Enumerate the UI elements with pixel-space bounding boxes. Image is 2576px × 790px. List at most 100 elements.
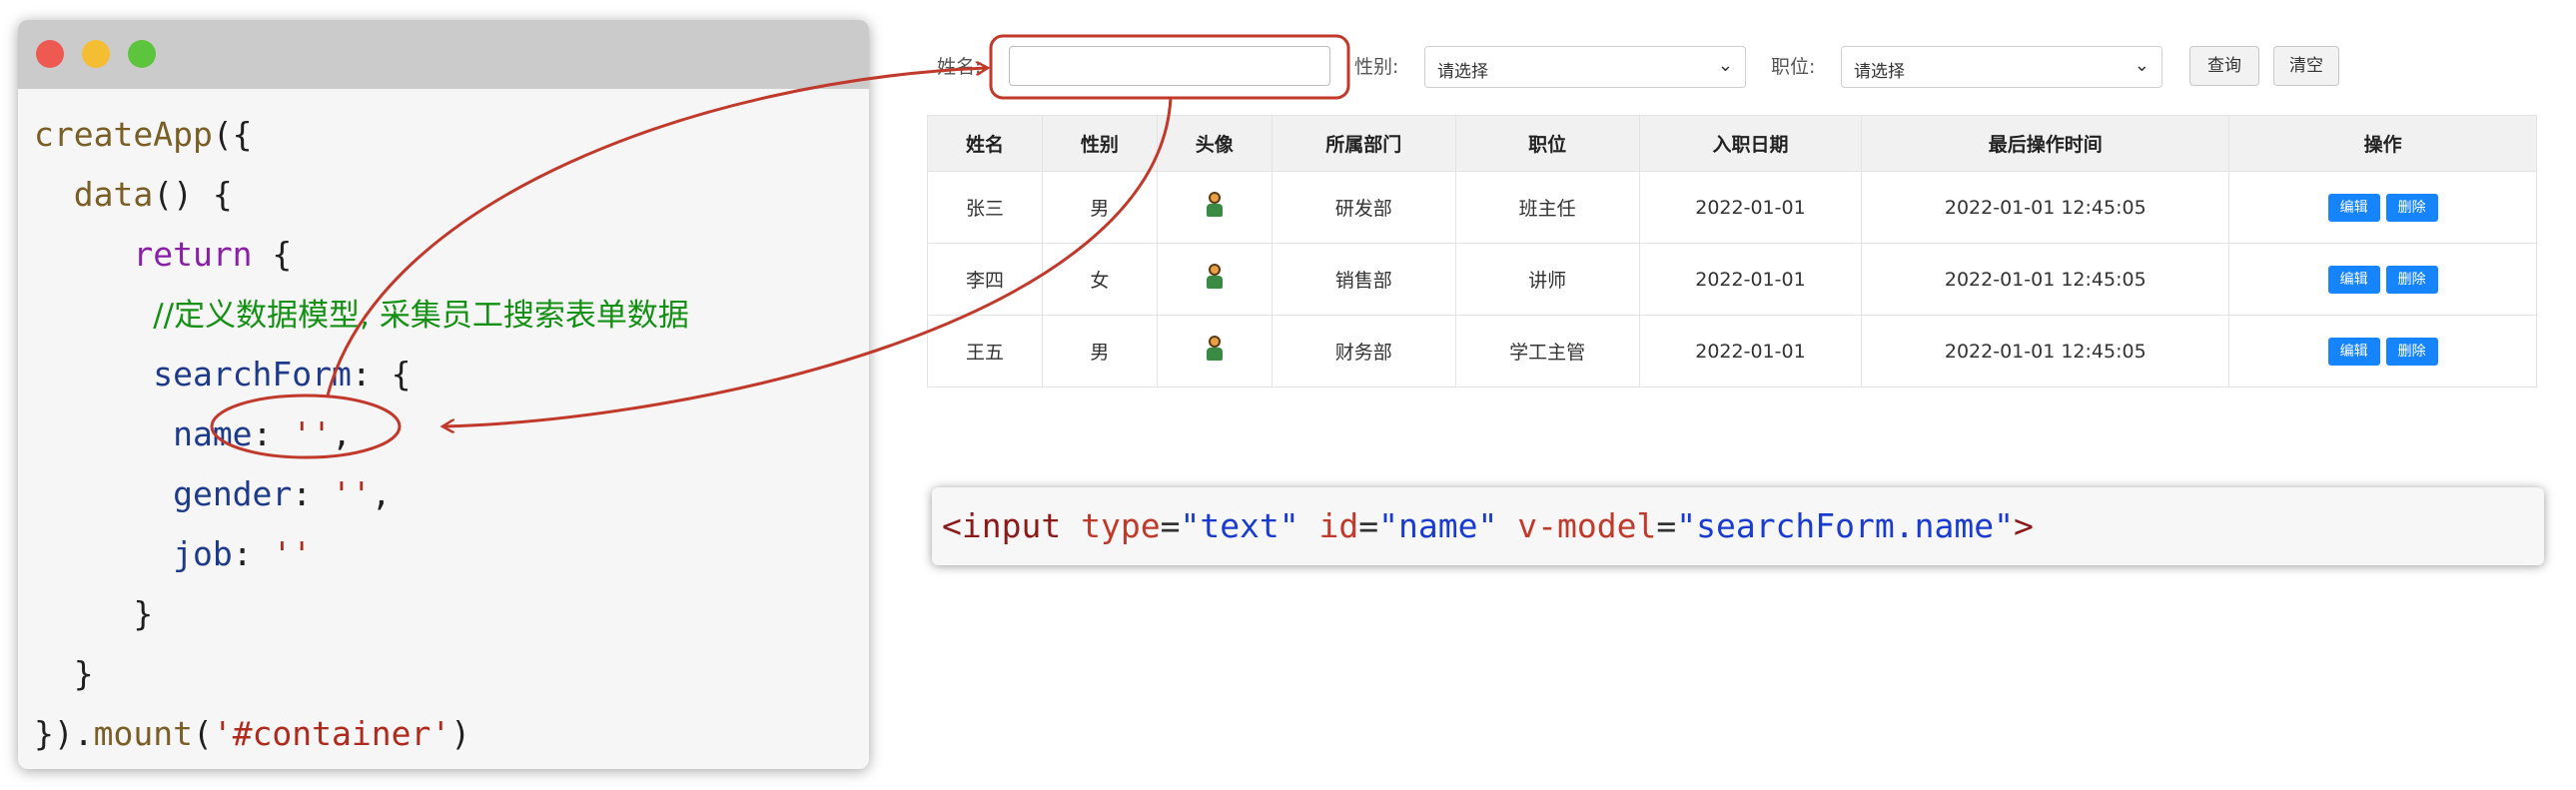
column-header: 最后操作时间 — [1861, 115, 2230, 172]
code-token: gender — [173, 474, 293, 513]
snippet-token — [1299, 506, 1319, 545]
cell-updated: 2022-01-01 12:45:05 — [1861, 315, 2230, 388]
column-header: 性别 — [1041, 115, 1158, 172]
cell-name: 王五 — [927, 315, 1043, 388]
snippet-token — [1061, 506, 1081, 545]
snippet-token: id — [1318, 506, 1359, 545]
cell-avatar — [1156, 315, 1273, 388]
snippet-token: "searchForm.name" — [1676, 506, 2014, 545]
table-body: 张三男研发部 班主任 2022-01-01 2022-01-01 12:45:05 编辑… — [927, 171, 2537, 388]
code-token: name — [173, 414, 253, 453]
code-token: data — [73, 175, 154, 214]
avatar-icon — [1204, 192, 1226, 218]
column-header: 职位 — [1454, 115, 1640, 172]
cell-avatar — [1156, 243, 1273, 316]
code-line: }).mount('#container') — [34, 704, 859, 764]
code-line: return { — [34, 225, 859, 285]
cell-dept: 销售部 — [1271, 243, 1456, 316]
code-line: } — [34, 584, 859, 644]
edit-button[interactable]: 编辑 — [2327, 193, 2380, 222]
cell-entry: 2022-01-01 — [1638, 243, 1863, 316]
cell-gender: 男 — [1041, 315, 1158, 388]
minimize-window-icon[interactable] — [82, 40, 110, 68]
code-line: searchForm: { — [34, 345, 859, 404]
gender-select[interactable]: 请选择 ⌄ — [1424, 46, 1746, 88]
delete-button[interactable]: 删除 — [2385, 265, 2438, 294]
gender-select-value: 请选择 — [1437, 62, 1488, 82]
code-token: mount — [93, 714, 193, 753]
close-window-icon[interactable] — [36, 40, 64, 68]
cell-name: 李四 — [927, 243, 1043, 316]
table-header-row: 姓名 性别 头像 所属部门 职位 入职日期 最后操作时间 操作 — [927, 115, 2537, 172]
column-header: 所属部门 — [1271, 115, 1456, 172]
input-code-snippet: <input type="text" id="name" v-model="se… — [932, 487, 2544, 565]
column-header: 姓名 — [927, 115, 1043, 172]
delete-button[interactable]: 删除 — [2385, 337, 2438, 366]
code-token: searchForm — [153, 355, 352, 394]
cell-avatar — [1156, 171, 1273, 244]
code-token: job — [173, 534, 233, 573]
code-token: return — [133, 235, 253, 274]
chevron-down-icon: ⌄ — [2134, 55, 2149, 76]
code-token: //定义数据模型, 采集员工搜索表单数据 — [153, 298, 689, 334]
code-token: '' — [272, 534, 313, 573]
code-token: ( — [192, 714, 213, 753]
cell-dept: 财务部 — [1271, 315, 1456, 388]
code-token: createApp — [34, 115, 213, 154]
clear-button[interactable]: 清空 — [2273, 46, 2339, 86]
code-line: gender: '', — [34, 464, 859, 524]
name-input[interactable] — [1009, 46, 1330, 86]
snippet-token: = — [1160, 506, 1181, 545]
cell-entry: 2022-01-01 — [1638, 315, 1863, 388]
cell-actions: 编辑 删除 — [2228, 315, 2537, 388]
column-header: 操作 — [2228, 115, 2537, 172]
cell-job: 学工主管 — [1454, 315, 1640, 388]
maximize-window-icon[interactable] — [128, 40, 156, 68]
column-header: 入职日期 — [1638, 115, 1863, 172]
table-row: 李四女销售部 讲师 2022-01-01 2022-01-01 12:45:05 编辑删… — [927, 243, 2537, 316]
cell-actions: 编辑 删除 — [2228, 243, 2537, 316]
chevron-down-icon: ⌄ — [1717, 55, 1733, 76]
table-row: 王五男财务部 学工主管 2022-01-01 2022-01-01 12:45:05 编… — [927, 315, 2537, 388]
avatar-icon — [1204, 264, 1226, 290]
cell-job: 讲师 — [1454, 243, 1640, 316]
cell-entry: 2022-01-01 — [1638, 171, 1863, 244]
code-token: () { — [153, 175, 233, 214]
code-token: , — [332, 414, 352, 453]
snippet-token: "text" — [1180, 506, 1299, 545]
snippet-token — [1497, 506, 1517, 545]
cell-name: 张三 — [927, 171, 1043, 244]
code-token: ) — [450, 714, 471, 753]
cell-actions: 编辑 删除 — [2228, 171, 2537, 244]
code-line: job: '' — [34, 524, 859, 584]
edit-button[interactable]: 编辑 — [2327, 337, 2380, 366]
cell-gender: 男 — [1041, 171, 1158, 244]
editor-titlebar — [18, 20, 869, 89]
name-label: 姓名: — [937, 56, 982, 78]
edit-button[interactable]: 编辑 — [2327, 265, 2380, 294]
delete-button[interactable]: 删除 — [2385, 193, 2438, 222]
snippet-token: > — [2013, 506, 2034, 545]
gender-label: 性别: — [1354, 56, 1399, 78]
code-token: } — [34, 654, 94, 693]
code-token: , — [371, 474, 392, 513]
snippet-token: = — [1656, 506, 1677, 545]
job-select-value: 请选择 — [1854, 62, 1905, 82]
avatar-icon — [1204, 336, 1226, 362]
snippet-token: < — [942, 506, 962, 545]
code-token: '' — [332, 474, 372, 513]
job-label: 职位: — [1771, 56, 1816, 78]
code-line: data() { — [34, 165, 859, 225]
cell-job: 班主任 — [1454, 171, 1640, 244]
snippet-token: "name" — [1378, 506, 1498, 545]
code-line: name: '', — [34, 404, 859, 464]
column-header: 头像 — [1156, 115, 1273, 172]
query-button[interactable]: 查询 — [2189, 46, 2259, 86]
job-select[interactable]: 请选择 ⌄ — [1841, 46, 2162, 88]
code-token: : — [232, 534, 273, 573]
